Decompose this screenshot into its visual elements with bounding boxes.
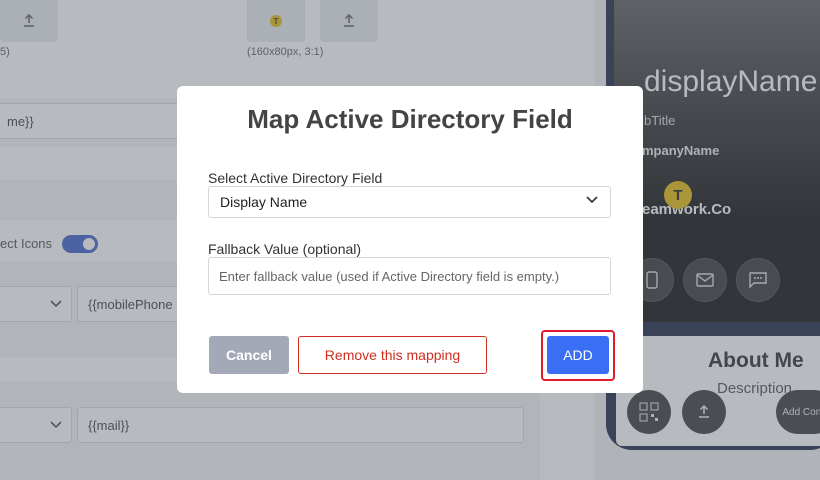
dialog-title: Map Active Directory Field — [247, 104, 573, 134]
fallback-value-input[interactable] — [208, 257, 611, 295]
remove-mapping-button[interactable]: Remove this mapping — [298, 336, 487, 374]
select-value: Display Name — [220, 194, 308, 210]
chevron-down-icon — [586, 196, 598, 204]
add-button[interactable]: ADD — [547, 336, 609, 374]
cancel-button[interactable]: Cancel — [209, 336, 289, 374]
map-field-dialog: Map Active Directory Field Select Active… — [177, 86, 643, 393]
fallback-label: Fallback Value (optional) — [208, 241, 362, 257]
select-field-label: Select Active Directory Field — [208, 170, 383, 186]
active-directory-field-select[interactable]: Display Name — [208, 186, 611, 218]
